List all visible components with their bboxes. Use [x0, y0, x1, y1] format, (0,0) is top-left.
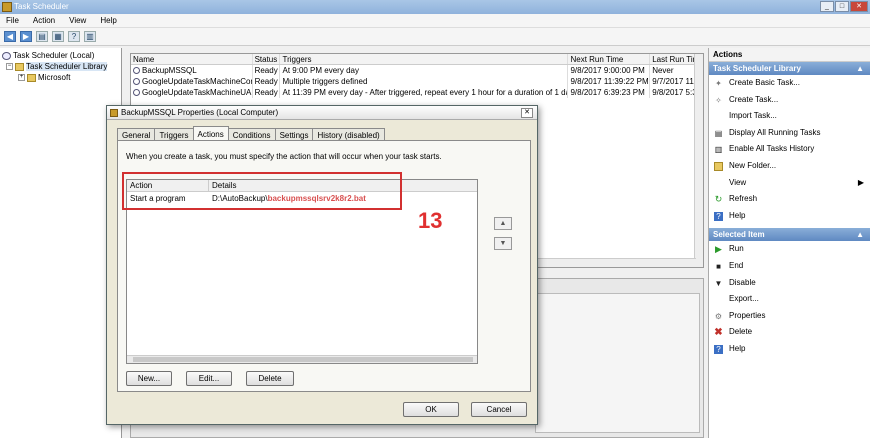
- column-name[interactable]: Name: [131, 54, 253, 64]
- history-icon: ▥: [714, 145, 723, 155]
- tab-actions[interactable]: Actions: [192, 126, 229, 141]
- column-next-run[interactable]: Next Run Time: [568, 54, 651, 64]
- enable-history-action[interactable]: ▥ Enable All Tasks History: [709, 141, 870, 158]
- dialog-title: BackupMSSQL Properties (Local Computer): [121, 108, 279, 117]
- move-down-button[interactable]: ▼: [494, 237, 512, 250]
- clock-icon: [2, 51, 11, 60]
- import-task-action[interactable]: Import Task...: [709, 108, 870, 125]
- menu-bar: File Action View Help: [0, 14, 870, 28]
- move-up-button[interactable]: ▲: [494, 217, 512, 230]
- new-action-button[interactable]: New...: [126, 371, 172, 386]
- table-row[interactable]: BackupMSSQL Ready At 9:00 PM every day 9…: [131, 65, 704, 76]
- column-status[interactable]: Status: [253, 54, 281, 64]
- task-icon: [133, 78, 140, 86]
- ok-button[interactable]: OK: [403, 402, 459, 417]
- actions-description: When you create a task, you must specify…: [126, 152, 442, 161]
- help-selected-action[interactable]: ? Help: [709, 341, 870, 358]
- window-title: Task Scheduler: [14, 2, 69, 11]
- help-action[interactable]: ? Help: [709, 208, 870, 225]
- export-action[interactable]: Export...: [709, 291, 870, 308]
- collapse-arrow-icon[interactable]: ▲: [856, 62, 864, 75]
- navigation-tree: Task Scheduler (Local) − Task Scheduler L…: [0, 48, 122, 438]
- library-section-header[interactable]: Task Scheduler Library ▲: [709, 62, 870, 75]
- tree-library[interactable]: − Task Scheduler Library: [2, 61, 119, 72]
- help-icon: ?: [714, 344, 723, 354]
- delete-action-button[interactable]: Delete: [246, 371, 294, 386]
- selected-item-section-header[interactable]: Selected Item ▲: [709, 228, 870, 242]
- maximize-button[interactable]: □: [835, 1, 849, 12]
- actions-header: Actions: [709, 48, 870, 62]
- disable-icon: ▼: [714, 278, 723, 288]
- tree-root[interactable]: Task Scheduler (Local): [2, 50, 119, 61]
- collapse-arrow-icon[interactable]: ▲: [856, 228, 864, 241]
- folder-up-icon[interactable]: ▤: [36, 31, 48, 42]
- task-list-vertical-scrollbar[interactable]: [694, 54, 703, 267]
- end-action[interactable]: ■ End: [709, 258, 870, 275]
- minimize-button[interactable]: _: [820, 1, 834, 12]
- dialog-app-icon: [110, 109, 118, 117]
- task-icon: ✧: [715, 95, 722, 105]
- back-arrow-icon[interactable]: ◀: [4, 31, 16, 42]
- menu-file[interactable]: File: [6, 14, 19, 27]
- task-icon: [133, 67, 140, 75]
- refresh-icon: ↻: [714, 194, 723, 205]
- collapse-toggle-icon[interactable]: −: [6, 63, 13, 71]
- view-action[interactable]: View ▶: [709, 175, 870, 192]
- actions-pane: Actions Task Scheduler Library ▲ ✦ Create …: [708, 48, 870, 438]
- show-hide-action-pane-icon[interactable]: ▥: [84, 31, 96, 42]
- edit-action-button[interactable]: Edit...: [186, 371, 232, 386]
- properties-icon: ⚙: [714, 311, 723, 321]
- cancel-button[interactable]: Cancel: [471, 402, 527, 417]
- list-icon: ▤: [714, 128, 723, 138]
- task-list-header: Name Status Triggers Next Run Time Last …: [131, 54, 704, 65]
- refresh-action[interactable]: ↻ Refresh: [709, 191, 870, 208]
- submenu-arrow-icon: ▶: [857, 177, 864, 187]
- step-number-annotation: 13: [418, 208, 443, 233]
- wizard-icon: ✦: [715, 79, 722, 88]
- table-row[interactable]: GoogleUpdateTaskMachineUA Ready At 11:39…: [131, 87, 704, 98]
- column-triggers[interactable]: Triggers: [280, 54, 569, 64]
- stop-icon: ■: [716, 261, 721, 271]
- play-icon: ▶: [715, 244, 722, 255]
- properties-action[interactable]: ⚙ Properties: [709, 308, 870, 325]
- run-action[interactable]: ▶ Run: [709, 241, 870, 258]
- help-icon: ?: [714, 211, 723, 221]
- folder-icon: [27, 73, 36, 82]
- close-button[interactable]: ✕: [850, 1, 868, 12]
- scrollbar-thumb[interactable]: [133, 357, 473, 362]
- folder-icon: [15, 62, 24, 71]
- new-folder-action[interactable]: New Folder...: [709, 158, 870, 175]
- folder-icon: [714, 161, 723, 171]
- menu-help[interactable]: Help: [100, 14, 116, 27]
- display-running-tasks-action[interactable]: ▤ Display All Running Tasks: [709, 125, 870, 142]
- task-scheduler-app-icon: [2, 2, 12, 12]
- help-icon[interactable]: ?: [68, 31, 80, 42]
- show-hide-tree-icon[interactable]: ▦: [52, 31, 64, 42]
- window-controls: _ □ ✕: [820, 1, 868, 12]
- forward-arrow-icon[interactable]: ▶: [20, 31, 32, 42]
- window-titlebar: Task Scheduler _ □ ✕: [0, 0, 870, 14]
- disable-action[interactable]: ▼ Disable: [709, 275, 870, 292]
- dialog-close-button[interactable]: ✕: [521, 108, 533, 118]
- dialog-titlebar: BackupMSSQL Properties (Local Computer) …: [107, 106, 537, 120]
- table-row[interactable]: GoogleUpdateTaskMachineCore Ready Multip…: [131, 76, 704, 87]
- expand-toggle-icon[interactable]: +: [18, 74, 25, 82]
- toolbar: ◀ ▶ ▤ ▦ ? ▥: [0, 28, 870, 46]
- delete-x-icon: ✖: [714, 327, 723, 339]
- menu-action[interactable]: Action: [33, 14, 55, 27]
- create-task-action[interactable]: ✧ Create Task...: [709, 92, 870, 109]
- create-basic-task-action[interactable]: ✦ Create Basic Task...: [709, 75, 870, 92]
- task-icon: [133, 89, 140, 97]
- actions-list-horizontal-scrollbar[interactable]: [127, 355, 477, 363]
- properties-dialog: BackupMSSQL Properties (Local Computer) …: [106, 105, 538, 425]
- highlight-box: [122, 172, 402, 210]
- tree-microsoft[interactable]: + Microsoft: [2, 72, 119, 83]
- menu-view[interactable]: View: [69, 14, 86, 27]
- task-details-content: [535, 293, 700, 433]
- delete-action[interactable]: ✖ Delete: [709, 324, 870, 341]
